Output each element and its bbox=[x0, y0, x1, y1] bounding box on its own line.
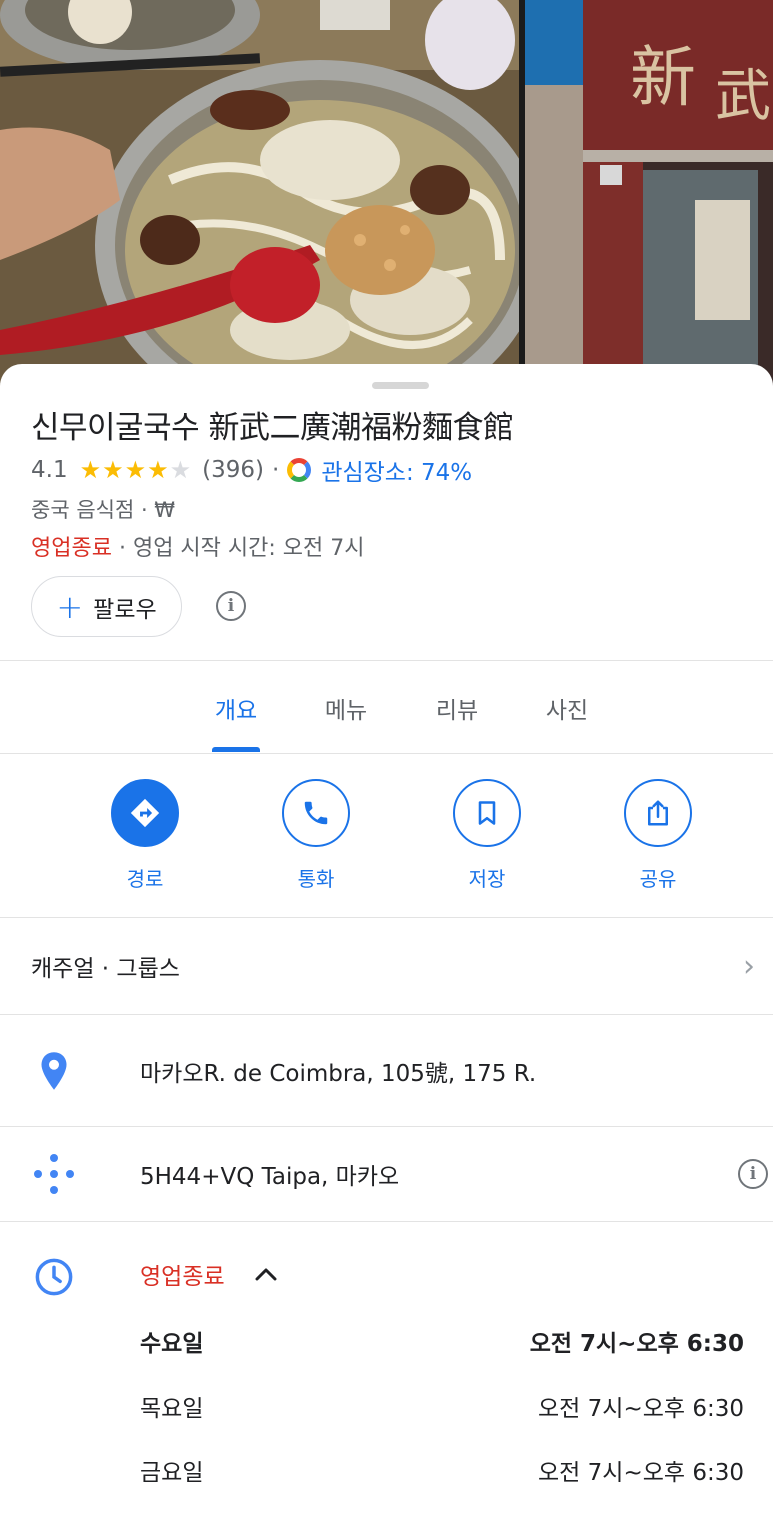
hours-status[interactable]: 영업종료 bbox=[140, 1257, 225, 1291]
food-photo-illustration bbox=[0, 0, 519, 400]
day-label: 수요일 bbox=[140, 1331, 204, 1357]
storefront-photo[interactable]: 新 武 bbox=[525, 0, 773, 400]
opening-time: · 영업 시작 시간: 오전 7시 bbox=[111, 536, 365, 561]
svg-text:新: 新 bbox=[630, 39, 696, 116]
chevron-up-icon[interactable] bbox=[254, 1260, 278, 1288]
food-photo[interactable] bbox=[0, 0, 519, 400]
hours-row-thursday: 목요일 오전 7시~오후 6:30 bbox=[140, 1389, 744, 1423]
directions-label: 경로 bbox=[126, 867, 164, 891]
attributes-text: 캐주얼 · 그룹스 bbox=[31, 956, 180, 982]
directions-icon bbox=[111, 779, 179, 847]
active-tab-indicator bbox=[212, 747, 260, 752]
svg-text:武: 武 bbox=[715, 64, 771, 129]
save-label: 저장 bbox=[468, 867, 506, 891]
star-filled-icon: ★ bbox=[124, 456, 147, 484]
attributes-row[interactable]: 캐주얼 · 그룹스 › bbox=[0, 918, 773, 1014]
bookmark-icon bbox=[453, 779, 521, 847]
star-filled-icon: ★ bbox=[147, 456, 169, 484]
location-pin-icon bbox=[30, 1051, 78, 1091]
call-button[interactable]: 통화 bbox=[256, 779, 376, 892]
star-empty-icon: ★ bbox=[169, 456, 192, 484]
share-label: 공유 bbox=[639, 867, 677, 891]
divider bbox=[0, 1221, 773, 1222]
interest-percent[interactable]: 관심장소: 74% bbox=[321, 453, 472, 487]
place-sheet: 신무이굴국수 新武二廣潮福粉麵食館 4.1 ★ ★ ★ ★ ★ (396) · 관심장소… bbox=[0, 364, 773, 1517]
tab-bar: 개요 메뉴 리뷰 사진 bbox=[0, 661, 773, 754]
call-label: 통화 bbox=[297, 867, 335, 891]
closed-label: 영업종료 bbox=[31, 536, 112, 561]
tab-menu[interactable]: 메뉴 bbox=[306, 661, 386, 754]
photo-carousel[interactable]: 新 武 bbox=[0, 0, 773, 400]
address-row[interactable]: 마카오R. de Coimbra, 105號, 175 R. bbox=[0, 1015, 773, 1126]
separator-dot: · bbox=[272, 457, 280, 483]
save-button[interactable]: 저장 bbox=[427, 779, 547, 892]
tab-reviews[interactable]: 리뷰 bbox=[417, 661, 497, 754]
hours-row-friday: 금요일 오전 7시~오후 6:30 bbox=[140, 1453, 744, 1487]
plus-icon: + bbox=[56, 587, 84, 626]
open-status: 영업종료 · 영업 시작 시간: 오전 7시 bbox=[31, 530, 365, 562]
star-filled-icon: ★ bbox=[79, 456, 102, 484]
tab-overview[interactable]: 개요 bbox=[196, 661, 276, 754]
rating-stars: ★ ★ ★ ★ ★ bbox=[80, 458, 193, 482]
tab-photos[interactable]: 사진 bbox=[527, 661, 607, 754]
day-hours: 오전 7시~오후 6:30 bbox=[529, 1331, 744, 1357]
address-text: 마카오R. de Coimbra, 105號, 175 R. bbox=[140, 1060, 537, 1087]
hours-row-wednesday: 수요일 오전 7시~오후 6:30 bbox=[140, 1324, 744, 1358]
phone-icon bbox=[282, 779, 350, 847]
review-count[interactable]: (396) bbox=[202, 457, 264, 483]
plus-code-text: 5H44+VQ Taipa, 마카오 bbox=[140, 1164, 400, 1190]
divider bbox=[0, 753, 773, 754]
directions-button[interactable]: 경로 bbox=[85, 779, 205, 892]
day-hours: 오전 7시~오후 6:30 bbox=[538, 1460, 744, 1486]
day-label: 목요일 bbox=[140, 1396, 204, 1422]
star-filled-icon: ★ bbox=[102, 456, 124, 484]
follow-label: 팔로우 bbox=[93, 596, 157, 623]
info-icon[interactable]: i bbox=[738, 1159, 768, 1189]
google-interest-icon bbox=[287, 458, 312, 482]
share-icon bbox=[624, 779, 692, 847]
share-button[interactable]: 공유 bbox=[598, 779, 718, 892]
storefront-photo-illustration: 新 武 bbox=[525, 0, 773, 400]
category-price: 중국 음식점 · ₩ bbox=[31, 498, 176, 522]
rating-row: 4.1 ★ ★ ★ ★ ★ (396) · 관심장소: 74% bbox=[31, 454, 472, 486]
rating-value: 4.1 bbox=[31, 457, 68, 483]
day-hours: 오전 7시~오후 6:30 bbox=[538, 1396, 744, 1422]
drag-handle[interactable] bbox=[372, 382, 429, 389]
clock-icon bbox=[30, 1256, 78, 1298]
chevron-right-icon: › bbox=[743, 948, 755, 984]
follow-button[interactable]: + 팔로우 bbox=[31, 576, 182, 637]
day-label: 금요일 bbox=[140, 1460, 204, 1486]
place-title: 신무이굴국수 新武二廣潮福粉麵食館 bbox=[31, 410, 514, 446]
info-icon[interactable]: i bbox=[216, 591, 246, 621]
plus-code-icon bbox=[30, 1150, 78, 1198]
plus-code-row[interactable]: 5H44+VQ Taipa, 마카오 i bbox=[0, 1127, 773, 1221]
